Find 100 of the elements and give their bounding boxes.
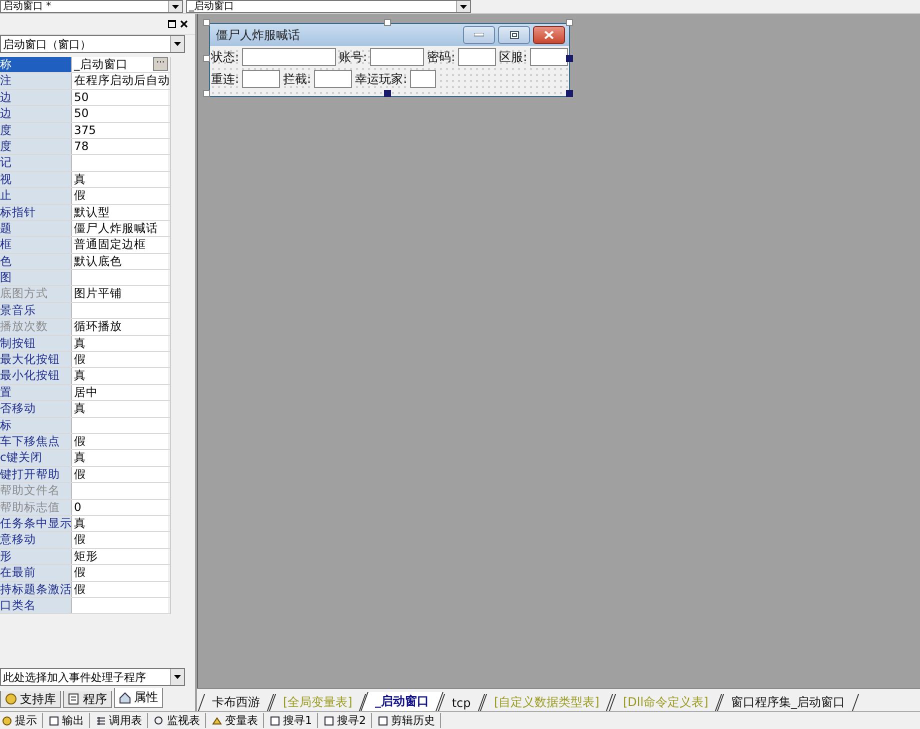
property-value[interactable]: 真 <box>72 401 168 417</box>
resize-handle[interactable] <box>203 55 210 62</box>
input-field[interactable] <box>410 70 436 88</box>
property-value[interactable]: 375 <box>72 122 168 138</box>
property-name[interactable]: 最大化按钮 <box>0 352 72 368</box>
editor-tab[interactable]: _启动窗口 <box>360 692 444 711</box>
property-name[interactable]: 车下移焦点 <box>0 434 72 450</box>
property-name[interactable]: c键关闭 <box>0 450 72 466</box>
property-name[interactable]: 止 <box>0 188 72 204</box>
property-name[interactable]: 记 <box>0 155 72 171</box>
input-field[interactable] <box>458 48 496 66</box>
property-name[interactable]: 标指针 <box>0 204 72 220</box>
input-field[interactable] <box>370 48 424 66</box>
property-name[interactable]: 否移动 <box>0 401 72 417</box>
property-value[interactable]: 真 <box>72 172 168 188</box>
status-tab[interactable]: 搜寻2 <box>324 713 372 728</box>
property-name[interactable]: 度 <box>0 138 72 154</box>
form-window[interactable]: 僵尸人炸服喊话 状态: 账号: 密码: 区服: 重连: 拦截: 幸运玩家: <box>209 23 570 97</box>
property-name[interactable]: 持标题条激活 <box>0 582 72 597</box>
property-name[interactable]: 置 <box>0 384 72 400</box>
event-combo[interactable]: _启动窗口 <box>186 0 471 13</box>
property-value[interactable]: 真 <box>72 450 168 466</box>
status-tab[interactable]: 变量表 <box>212 713 264 728</box>
property-value[interactable]: 78 <box>72 138 168 154</box>
property-name[interactable]: 任务条中显示 <box>0 516 72 532</box>
property-name[interactable]: 最小化按钮 <box>0 368 72 384</box>
property-value[interactable]: 普通固定边框 <box>72 237 168 253</box>
restore-icon[interactable] <box>167 19 177 29</box>
property-name[interactable]: 意移动 <box>0 532 72 548</box>
input-field[interactable] <box>530 48 568 66</box>
property-value[interactable]: 真 <box>72 336 168 352</box>
property-value[interactable]: 真 <box>72 368 168 384</box>
property-name[interactable]: 口类名 <box>0 598 72 614</box>
status-tab[interactable]: 提示 <box>2 713 43 728</box>
editor-tab[interactable]: 卡布西游 <box>198 694 274 711</box>
property-value[interactable]: 假 <box>72 532 168 548</box>
field-label: 幸运玩家: <box>355 70 408 88</box>
property-value[interactable]: 假 <box>72 188 168 204</box>
resize-handle[interactable] <box>203 90 210 97</box>
ellipsis-button[interactable]: ··· <box>153 57 168 71</box>
property-name[interactable]: 色 <box>0 254 72 270</box>
property-value[interactable]: 50 <box>72 90 168 106</box>
object-select[interactable]: 启动窗口（窗口） <box>0 35 185 53</box>
status-tab[interactable]: 剪辑历史 <box>378 713 441 728</box>
property-name[interactable]: 称 <box>0 57 72 72</box>
property-value[interactable]: 假 <box>72 352 168 368</box>
property-name[interactable]: 框 <box>0 237 72 253</box>
resize-handle[interactable] <box>384 90 391 97</box>
property-name[interactable]: 度 <box>0 122 72 138</box>
maximize-button[interactable] <box>498 26 530 44</box>
property-name[interactable]: 键打开帮助 <box>0 466 72 482</box>
close-icon[interactable] <box>179 19 189 29</box>
property-value[interactable]: 假 <box>72 582 168 597</box>
status-tab[interactable]: 监视表 <box>154 713 206 728</box>
property-value[interactable]: 假 <box>72 466 168 482</box>
editor-tab[interactable]: tcp <box>438 694 486 711</box>
resize-handle[interactable] <box>566 19 573 26</box>
status-tab[interactable]: 搜寻1 <box>270 713 318 728</box>
field-label: 区服: <box>499 48 528 66</box>
resize-handle[interactable] <box>384 19 391 26</box>
property-value[interactable]: 真 <box>72 516 168 532</box>
property-name[interactable]: 题 <box>0 220 72 236</box>
property-value[interactable]: 假 <box>72 565 168 580</box>
resize-handle[interactable] <box>203 19 210 26</box>
object-combo[interactable]: 启动窗口 * <box>0 0 183 13</box>
property-name[interactable]: 边 <box>0 90 72 106</box>
property-name[interactable]: 边 <box>0 106 72 122</box>
field-label: 重连: <box>211 70 240 88</box>
property-value[interactable]: 僵尸人炸服喊话 <box>72 220 168 236</box>
property-name[interactable]: 在最前 <box>0 565 72 580</box>
property-value[interactable]: _启动窗口 ··· <box>72 57 168 72</box>
property-value[interactable]: 矩形 <box>72 548 168 564</box>
input-field[interactable] <box>242 70 280 88</box>
status-tab[interactable]: 调用表 <box>96 713 148 728</box>
input-field[interactable] <box>242 48 336 66</box>
property-name[interactable]: 景音乐 <box>0 302 72 318</box>
panel-tab[interactable]: 属性 <box>114 688 163 708</box>
property-value[interactable]: 居中 <box>72 384 168 400</box>
panel-tab[interactable]: 支持库 <box>0 691 61 708</box>
property-value[interactable]: 假 <box>72 434 168 450</box>
property-value[interactable]: 默认型 <box>72 204 168 220</box>
property-value[interactable]: 在程序启动后自动 <box>72 73 168 89</box>
event-select[interactable]: 此处选择加入事件处理子程序 <box>0 668 185 686</box>
editor-tab[interactable]: 窗口程序集_启动窗口 <box>716 694 860 711</box>
field-label: 状态: <box>211 48 240 66</box>
property-value[interactable]: 50 <box>72 106 168 122</box>
property-name[interactable]: 图 <box>0 270 72 286</box>
property-name[interactable]: 视 <box>0 172 72 188</box>
input-field[interactable] <box>314 70 352 88</box>
close-button[interactable] <box>533 26 565 44</box>
property-value[interactable]: 默认底色 <box>72 254 168 270</box>
resize-handle[interactable] <box>566 55 573 62</box>
panel-tab[interactable]: 程序 <box>63 691 112 708</box>
property-name[interactable]: 制按钮 <box>0 336 72 352</box>
status-tab[interactable]: 输出 <box>49 713 90 728</box>
minimize-button[interactable] <box>463 26 495 44</box>
resize-handle[interactable] <box>566 90 573 97</box>
property-name[interactable]: 标 <box>0 418 72 433</box>
property-name[interactable]: 注 <box>0 73 72 89</box>
property-name[interactable]: 形 <box>0 548 72 564</box>
